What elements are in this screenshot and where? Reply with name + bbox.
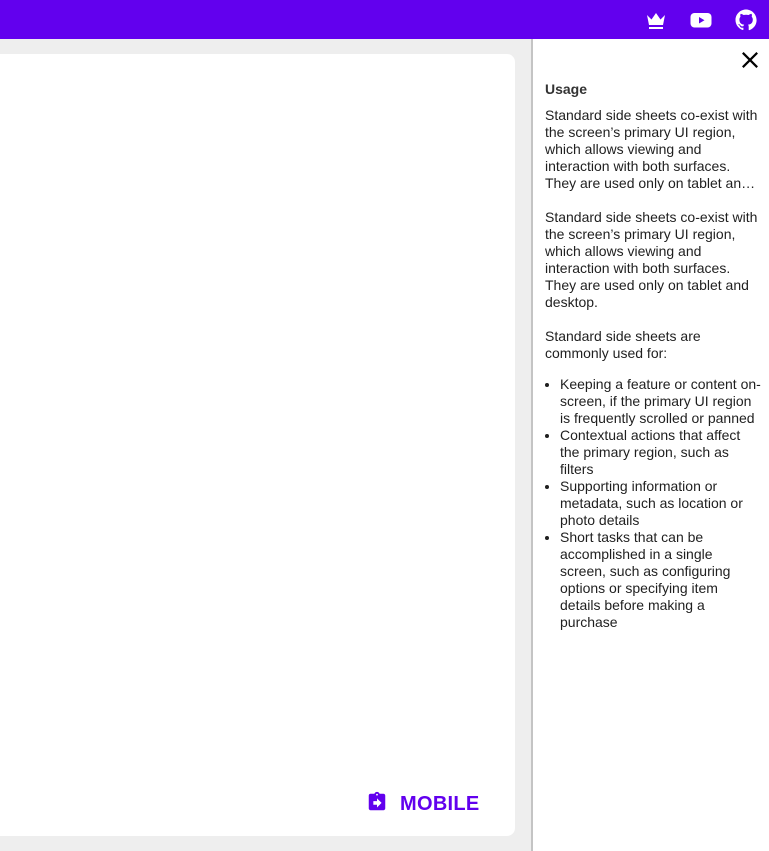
list-item: Supporting information or metadata, such… [560, 478, 761, 529]
side-sheet-content: Usage Standard side sheets co-exist with… [545, 81, 761, 631]
clipboard-arrow-icon [366, 791, 388, 818]
usage-list: Keeping a feature or content on-screen, … [545, 376, 761, 631]
usage-list-intro: Standard side sheets are commonly used f… [545, 328, 701, 361]
crown-icon[interactable] [644, 8, 668, 32]
mobile-button-label: MOBILE [400, 792, 480, 815]
close-icon[interactable] [739, 49, 761, 71]
side-sheet: Usage Standard side sheets co-exist with… [531, 39, 769, 851]
list-item: Contextual actions that affect the prima… [560, 427, 761, 478]
list-item: Keeping a feature or content on-screen, … [560, 376, 761, 427]
mobile-button[interactable]: MOBILE [366, 790, 480, 818]
main-content-card [0, 54, 515, 836]
top-app-bar [0, 0, 769, 39]
usage-paragraph: Standard side sheets co-exist with the s… [545, 209, 758, 310]
usage-paragraph-truncated: Standard side sheets co-exist with the s… [545, 107, 758, 191]
youtube-icon[interactable] [689, 8, 713, 32]
github-icon[interactable] [734, 8, 758, 32]
side-sheet-title: Usage [545, 81, 588, 97]
list-item: Short tasks that can be accomplished in … [560, 529, 761, 631]
